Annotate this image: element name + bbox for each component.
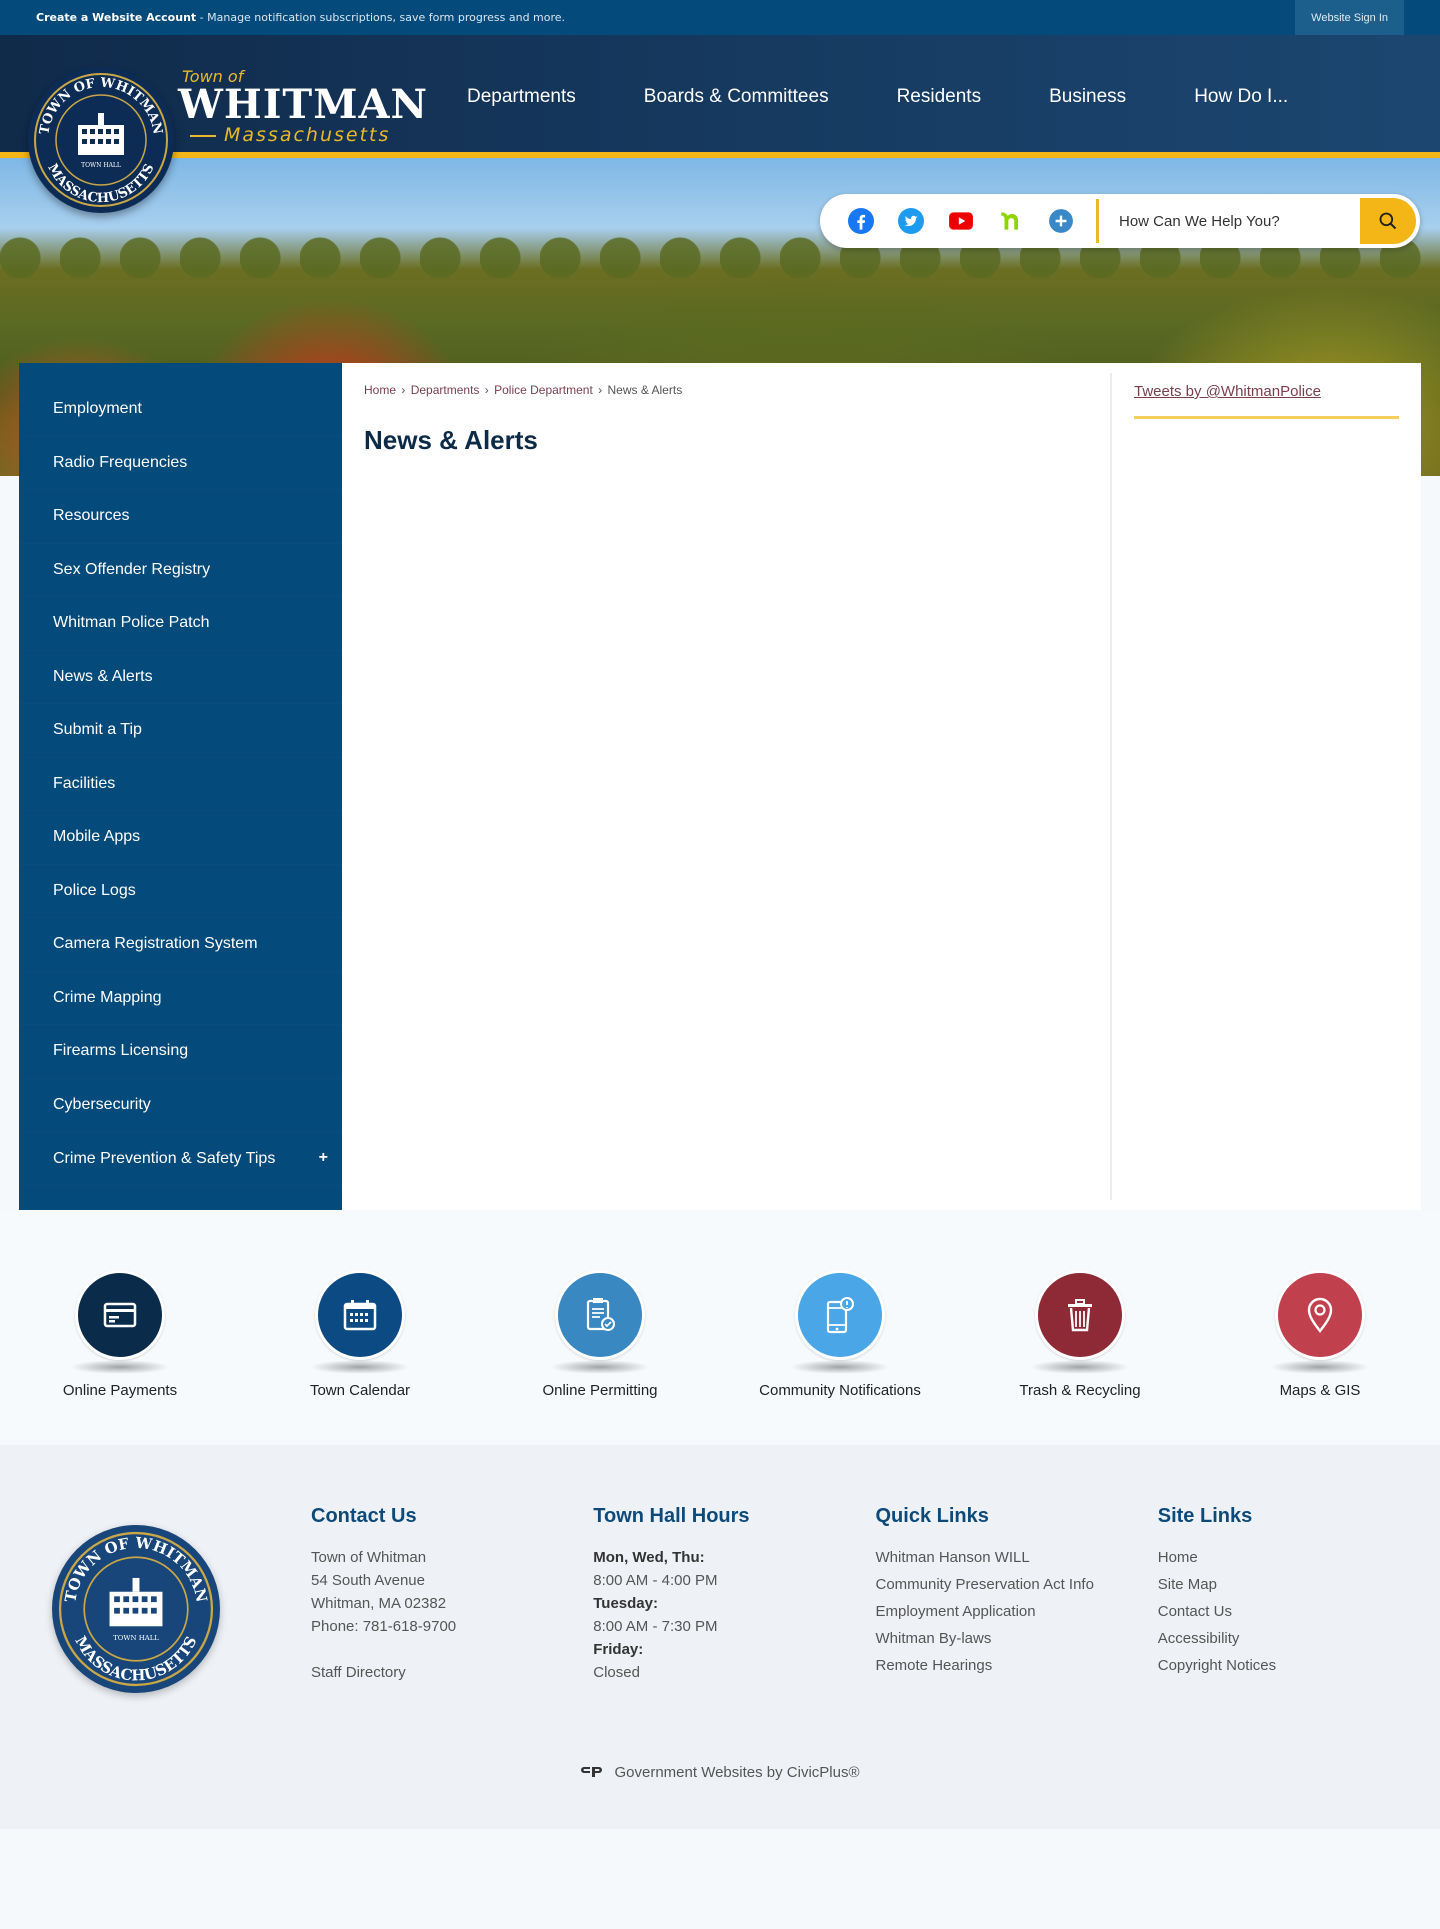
footer-site-links: Site Links Home Site Map Contact Us Acce… (1158, 1505, 1440, 1693)
calendar-icon (315, 1269, 405, 1360)
phone-alert-icon (795, 1269, 885, 1360)
sidebar-item-radio-frequencies[interactable]: Radio Frequencies (19, 437, 342, 491)
breadcrumb-departments[interactable]: Departments (411, 383, 480, 397)
content-area: Employment Radio Frequencies Resources S… (19, 363, 1421, 1210)
search-button[interactable] (1360, 198, 1416, 244)
sidebar-item-police-patch[interactable]: Whitman Police Patch (19, 597, 342, 651)
search-icon (1379, 212, 1397, 230)
sidebar-item-crime-mapping[interactable]: Crime Mapping (19, 972, 342, 1026)
brand-wordmark[interactable]: Town of WHITMAN Massachusetts (178, 67, 428, 146)
nav-how-do-i[interactable]: How Do I... (1194, 86, 1288, 108)
sidebar-item-resources[interactable]: Resources (19, 490, 342, 544)
footer-link-copyright[interactable]: Copyright Notices (1158, 1654, 1440, 1677)
account-banner: Create a Website Account - Manage notifi… (36, 11, 565, 24)
credit-card-icon (75, 1269, 165, 1360)
top-bar: Create a Website Account - Manage notifi… (0, 0, 1440, 35)
staff-directory-link[interactable]: Staff Directory (311, 1661, 593, 1684)
twitter-icon[interactable] (896, 206, 926, 236)
footer-site-links-heading: Site Links (1157, 1504, 1253, 1527)
footer-link-employment-application[interactable]: Employment Application (876, 1600, 1106, 1623)
sidebar-item-police-logs[interactable]: Police Logs (19, 865, 342, 919)
civicplus-logo-icon (581, 1767, 603, 1777)
footer-link-accessibility[interactable]: Accessibility (1158, 1627, 1440, 1650)
trash-icon (1035, 1269, 1125, 1360)
youtube-icon[interactable] (946, 206, 976, 236)
footer-link-remote-hearings[interactable]: Remote Hearings (876, 1654, 1106, 1677)
tweets-link[interactable]: Tweets by @WhitmanPolice (1134, 383, 1399, 419)
nav-departments[interactable]: Departments (467, 86, 576, 108)
footer-contact: Contact Us Town of Whitman 54 South Aven… (311, 1505, 593, 1693)
account-description: - Manage notification subscriptions, sav… (196, 11, 566, 24)
sidebar-item-cybersecurity[interactable]: Cybersecurity (19, 1079, 342, 1133)
quick-link-label: Trash & Recycling (1019, 1381, 1141, 1399)
section-sidebar-nav: Employment Radio Frequencies Resources S… (19, 363, 342, 1210)
quick-link-trash-recycling[interactable]: Trash & Recycling (964, 1269, 1197, 1399)
clipboard-check-icon (555, 1269, 645, 1360)
svg-text:TOWN HALL: TOWN HALL (113, 1634, 159, 1642)
quick-links-icons: Online Payments Town Calendar Online Per… (0, 1209, 1440, 1445)
nav-business[interactable]: Business (1049, 86, 1126, 108)
facebook-icon[interactable] (846, 206, 876, 236)
footer-quick-links-heading: Quick Links (875, 1504, 989, 1527)
quick-link-label: Town Calendar (309, 1381, 411, 1399)
footer-phone: Phone: 781-618-9700 (311, 1617, 457, 1635)
sidebar-item-news-alerts[interactable]: News & Alerts (19, 651, 342, 705)
create-account-link[interactable]: Create a Website Account (36, 11, 196, 24)
footer-contact-heading: Contact Us (311, 1504, 417, 1527)
footer-link-whitman-hanson-will[interactable]: Whitman Hanson WILL (876, 1546, 1106, 1569)
quick-link-label: Community Notifications (759, 1381, 921, 1399)
site-search-input[interactable] (1119, 212, 1360, 230)
social-search-bar (820, 194, 1420, 248)
quick-link-maps-gis[interactable]: Maps & GIS (1204, 1269, 1437, 1399)
site-footer: TOWN OF WHITMAN MASSACHUSETTS TOWN HALL … (0, 1444, 1440, 1829)
quick-link-label: Online Payments (62, 1381, 178, 1399)
sidebar-item-crime-prevention[interactable]: Crime Prevention & Safety Tips + (19, 1132, 342, 1186)
sidebar-item-mobile-apps[interactable]: Mobile Apps (19, 811, 342, 865)
footer-link-bylaws[interactable]: Whitman By-laws (876, 1627, 1106, 1650)
nav-boards-committees[interactable]: Boards & Committees (644, 86, 829, 108)
sidebar-item-facilities[interactable]: Facilities (19, 758, 342, 812)
main-navigation: Departments Boards & Committees Resident… (467, 35, 1356, 158)
quick-link-town-calendar[interactable]: Town Calendar (244, 1269, 477, 1399)
footer-link-site-map[interactable]: Site Map (1158, 1573, 1440, 1596)
nextdoor-icon[interactable] (996, 206, 1026, 236)
map-pin-icon (1275, 1269, 1365, 1360)
footer-quick-links: Quick Links Whitman Hanson WILL Communit… (876, 1505, 1158, 1693)
sidebar-item-firearms-licensing[interactable]: Firearms Licensing (19, 1025, 342, 1079)
sidebar-item-camera-registration[interactable]: Camera Registration System (19, 918, 342, 972)
footer-link-contact-us[interactable]: Contact Us (1158, 1600, 1440, 1623)
footer-hours-heading: Town Hall Hours (593, 1504, 750, 1527)
quick-link-label: Maps & GIS (1279, 1381, 1361, 1399)
seal-graphic: TOWN OF WHITMAN MASSACHUSETTS TOWN HALL (31, 70, 171, 210)
civicplus-credit-link[interactable]: Government Websites by CivicPlus® (0, 1764, 1440, 1781)
sidebar-item-submit-tip[interactable]: Submit a Tip (19, 704, 342, 758)
quick-link-online-payments[interactable]: Online Payments (4, 1269, 237, 1399)
website-sign-in-button[interactable]: Website Sign In (1295, 0, 1404, 35)
brand-name: WHITMAN (178, 81, 429, 128)
page-title: News & Alerts (364, 425, 538, 455)
footer-link-cpa-info[interactable]: Community Preservation Act Info (876, 1573, 1106, 1596)
breadcrumb: Home › Departments › Police Department ›… (364, 383, 683, 397)
footer-hours: Town Hall Hours Mon, Wed, Thu: 8:00 AM -… (593, 1505, 875, 1693)
expand-plus-icon[interactable]: + (319, 1149, 328, 1167)
quick-link-label: Online Permitting (542, 1381, 658, 1399)
sidebar-item-sex-offender-registry[interactable]: Sex Offender Registry (19, 544, 342, 598)
more-social-icon[interactable] (1046, 206, 1076, 236)
town-seal-logo[interactable]: TOWN OF WHITMAN MASSACHUSETTS TOWN HALL (28, 67, 174, 213)
breadcrumb-current: News & Alerts (607, 383, 683, 397)
main-content: Home › Departments › Police Department ›… (342, 363, 1110, 1210)
toolbar-divider (1096, 199, 1099, 243)
nav-residents[interactable]: Residents (897, 86, 982, 108)
site-header: TOWN OF WHITMAN MASSACHUSETTS TOWN HALL … (0, 35, 1440, 213)
sidebar-item-employment[interactable]: Employment (19, 383, 342, 437)
breadcrumb-home[interactable]: Home (364, 383, 396, 397)
footer-town-seal: TOWN OF WHITMAN MASSACHUSETTS TOWN HALL (52, 1524, 220, 1693)
quick-link-community-notifications[interactable]: Community Notifications (724, 1269, 957, 1399)
right-sidebar: Tweets by @WhitmanPolice (1110, 373, 1421, 1200)
quick-link-online-permitting[interactable]: Online Permitting (484, 1269, 717, 1399)
svg-text:TOWN HALL: TOWN HALL (81, 162, 121, 169)
footer-link-home[interactable]: Home (1158, 1546, 1440, 1569)
breadcrumb-police-department[interactable]: Police Department (494, 383, 593, 397)
